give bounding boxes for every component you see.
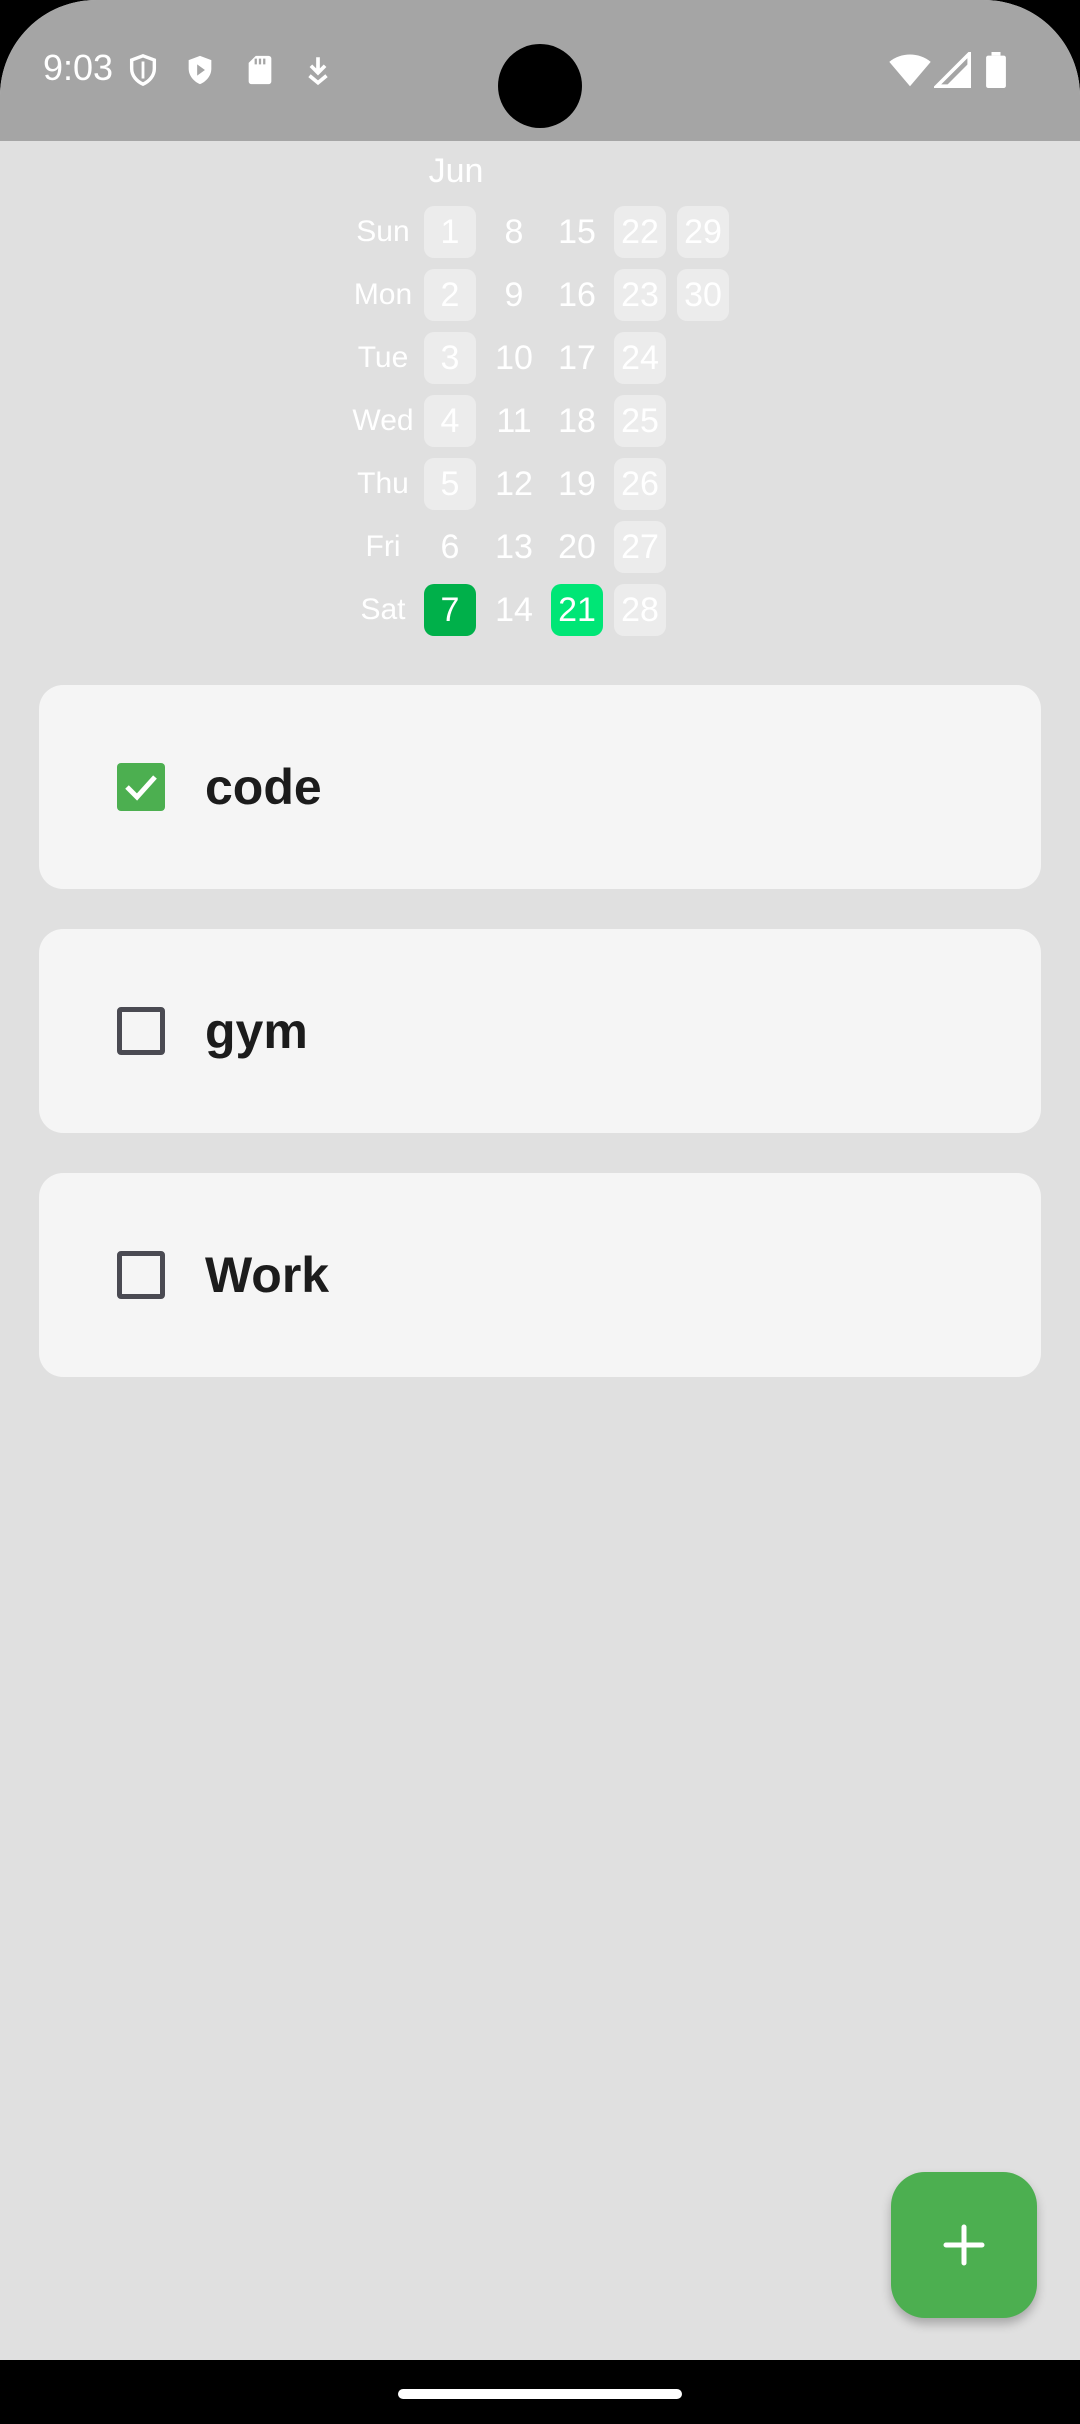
heatmap-day-cell[interactable]: 27 xyxy=(614,521,666,573)
heatmap-day-cell[interactable]: 18 xyxy=(551,395,603,447)
sd-card-icon xyxy=(248,55,272,85)
task-card[interactable]: gym xyxy=(39,929,1041,1133)
heatmap-day-cell[interactable]: 15 xyxy=(551,206,603,258)
cell-signal-icon xyxy=(934,52,971,88)
heatmap-day-cell[interactable]: 5 xyxy=(424,458,476,510)
heatmap-day-cell[interactable]: 26 xyxy=(614,458,666,510)
status-bar: 9:03 xyxy=(0,0,1080,141)
heatmap-day-cell[interactable]: 6 xyxy=(424,521,476,573)
heatmap-day-cell[interactable]: 4 xyxy=(424,395,476,447)
plus-icon xyxy=(943,2224,985,2266)
weekday-label: Tue xyxy=(357,341,409,374)
play-shield-icon xyxy=(188,55,212,85)
heatmap-day-cell[interactable]: 14 xyxy=(488,584,540,636)
task-label: code xyxy=(205,759,322,815)
heatmap-day-cell[interactable]: 8 xyxy=(488,206,540,258)
heatmap-day-cell[interactable]: 24 xyxy=(614,332,666,384)
heatmap-day-cell[interactable]: 28 xyxy=(614,584,666,636)
heatmap-day-cell[interactable]: 21 xyxy=(551,584,603,636)
heatmap-day-cell[interactable]: 19 xyxy=(551,458,603,510)
heatmap-day-cell[interactable]: 25 xyxy=(614,395,666,447)
weekday-label: Thu xyxy=(357,467,409,500)
app-screen: 9:03 Jun Sun Mon Tue Wed Thu Fri Sat 1 2… xyxy=(0,0,1080,2360)
heatmap-day-cell[interactable]: 10 xyxy=(488,332,540,384)
heatmap-day-cell[interactable]: 1 xyxy=(424,206,476,258)
download-icon xyxy=(308,57,328,86)
shield-outline-icon xyxy=(129,54,157,87)
heatmap-day-cell[interactable]: 2 xyxy=(424,269,476,321)
heatmap-day-cell[interactable]: 23 xyxy=(614,269,666,321)
battery-icon xyxy=(986,52,1006,88)
wifi-icon xyxy=(889,54,931,87)
heatmap-day-cell[interactable]: 22 xyxy=(614,206,666,258)
weekday-label: Sun xyxy=(356,215,410,248)
heatmap-day-cell[interactable]: 7 xyxy=(424,584,476,636)
habit-heatmap: Jun Sun Mon Tue Wed Thu Fri Sat 1 2 3 4 5 6 7 8 9 10 11 12… xyxy=(0,141,1080,641)
heatmap-day-cell[interactable]: 29 xyxy=(677,206,729,258)
task-checkbox[interactable] xyxy=(117,1251,165,1299)
task-checkbox[interactable] xyxy=(117,1007,165,1055)
checkmark-icon xyxy=(125,775,157,801)
status-time: 9:03 xyxy=(43,47,114,88)
heatmap-day-cell[interactable]: 3 xyxy=(424,332,476,384)
heatmap-day-cell[interactable]: 13 xyxy=(488,521,540,573)
weekday-label: Sat xyxy=(360,593,406,626)
heatmap-day-cell[interactable]: 17 xyxy=(551,332,603,384)
task-checkbox[interactable] xyxy=(117,763,165,811)
home-indicator[interactable] xyxy=(398,2389,682,2399)
weekday-label: Mon xyxy=(353,278,413,311)
task-label: gym xyxy=(205,1003,308,1059)
heatmap-day-cell[interactable]: 9 xyxy=(488,269,540,321)
heatmap-day-cell[interactable]: 20 xyxy=(551,521,603,573)
heatmap-day-cell[interactable]: 11 xyxy=(488,395,540,447)
month-label: Jun xyxy=(428,152,484,190)
task-card[interactable]: code xyxy=(39,685,1041,889)
heatmap-day-cell[interactable]: 12 xyxy=(488,458,540,510)
add-task-button[interactable] xyxy=(891,2172,1037,2318)
heatmap-day-cell[interactable]: 16 xyxy=(551,269,603,321)
task-card[interactable]: Work xyxy=(39,1173,1041,1377)
front-camera xyxy=(498,44,582,128)
heatmap-day-cell[interactable]: 30 xyxy=(677,269,729,321)
task-label: Work xyxy=(205,1247,330,1303)
weekday-label: Fri xyxy=(365,530,401,563)
weekday-label: Wed xyxy=(352,404,414,437)
